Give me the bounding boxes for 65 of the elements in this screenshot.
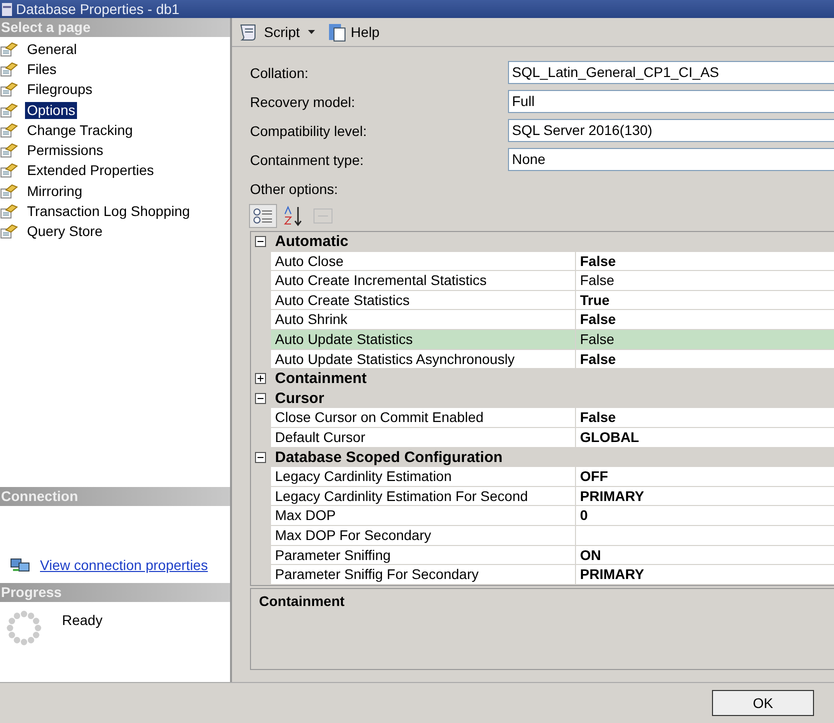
property-value[interactable]: ON — [576, 546, 834, 564]
dropdown-field[interactable]: None — [508, 148, 834, 171]
category-header[interactable]: Containment — [275, 370, 367, 388]
view-connection-link[interactable]: View connection properties — [40, 556, 208, 572]
property-value[interactable]: PRIMARY — [576, 486, 834, 506]
expander-icon[interactable] — [255, 373, 266, 384]
categorized-view-icon[interactable] — [250, 205, 276, 227]
description-title: Containment — [259, 592, 345, 609]
page-list-item[interactable]: Query Store — [25, 223, 104, 240]
page-list-item[interactable]: Extended Properties — [25, 162, 156, 180]
category-header[interactable]: Automatic — [275, 233, 348, 250]
network-computers-icon — [10, 556, 32, 572]
page-list-item[interactable]: General — [25, 40, 79, 58]
property-value[interactable]: 0 — [576, 506, 834, 526]
page-list-item[interactable]: Mirroring — [25, 182, 84, 200]
field-label: Containment type: — [250, 152, 365, 168]
field-label: Recovery model: — [250, 94, 356, 110]
property-value[interactable]: PRIMARY — [576, 565, 834, 584]
caret-icon[interactable] — [308, 30, 315, 34]
section-header: Progress — [0, 583, 230, 602]
property-value[interactable]: False — [576, 310, 834, 330]
property-name[interactable]: Close Cursor on Commit Enabled — [271, 408, 576, 428]
dropdown-field[interactable]: SQL_Latin_General_CP1_CI_AS — [508, 61, 834, 84]
category-header[interactable]: Database Scoped Configuration — [275, 448, 503, 466]
dropdown-field[interactable]: SQL Server 2016(130) — [508, 119, 834, 142]
property-value[interactable]: False — [576, 252, 834, 271]
window-title: Database Properties - db1 — [16, 1, 180, 17]
script-button[interactable]: Script — [236, 22, 302, 42]
field-label: Collation: — [250, 64, 310, 80]
expander-icon[interactable] — [255, 393, 266, 404]
property-name[interactable]: Auto Shrink — [271, 310, 576, 330]
field-label: Compatibility level: — [250, 122, 368, 138]
property-name[interactable]: Legacy Cardinlity Estimation — [271, 467, 576, 486]
section-header: Connection — [0, 487, 230, 506]
spinner-icon — [4, 610, 44, 646]
property-name[interactable]: Auto Create Incremental Statistics — [271, 271, 576, 290]
property-value[interactable]: False — [576, 350, 834, 369]
page-list-item[interactable]: Files — [25, 60, 59, 78]
dropdown-field[interactable]: Full — [508, 90, 834, 113]
property-name[interactable]: Max DOP — [271, 506, 576, 526]
property-name[interactable]: Auto Update Statistics Asynchronously — [271, 350, 576, 369]
property-name[interactable]: Auto Update Statistics — [271, 330, 576, 349]
database-icon — [2, 2, 12, 16]
property-value[interactable]: True — [576, 290, 834, 310]
page-list-item[interactable]: Transaction Log Shopping — [25, 203, 192, 220]
progress-status: Ready — [62, 611, 102, 630]
page-list-item[interactable]: Change Tracking — [25, 122, 135, 139]
expander-icon[interactable] — [255, 452, 266, 463]
property-value[interactable]: OFF — [576, 467, 834, 486]
help-book-icon — [326, 22, 347, 42]
property-name[interactable]: Default Cursor — [271, 428, 576, 447]
help-button[interactable]: Help — [324, 22, 382, 42]
page-list-item[interactable]: Filegroups — [25, 81, 94, 98]
page-list-item[interactable]: Options — [25, 102, 78, 119]
property-value[interactable]: GLOBAL — [576, 428, 834, 447]
expander-icon[interactable] — [255, 236, 266, 248]
page-list-item[interactable]: Permissions — [25, 142, 106, 160]
property-value[interactable]: False — [576, 408, 834, 428]
section-header: Select a page — [0, 18, 230, 37]
property-value[interactable]: False — [576, 330, 834, 349]
other-options-label: Other options: — [250, 181, 339, 197]
ok-button[interactable]: OK — [712, 690, 814, 716]
category-header[interactable]: Cursor — [275, 390, 324, 408]
property-value[interactable]: False — [576, 271, 834, 290]
property-name[interactable]: Parameter Sniffig For Secondary — [271, 565, 576, 584]
